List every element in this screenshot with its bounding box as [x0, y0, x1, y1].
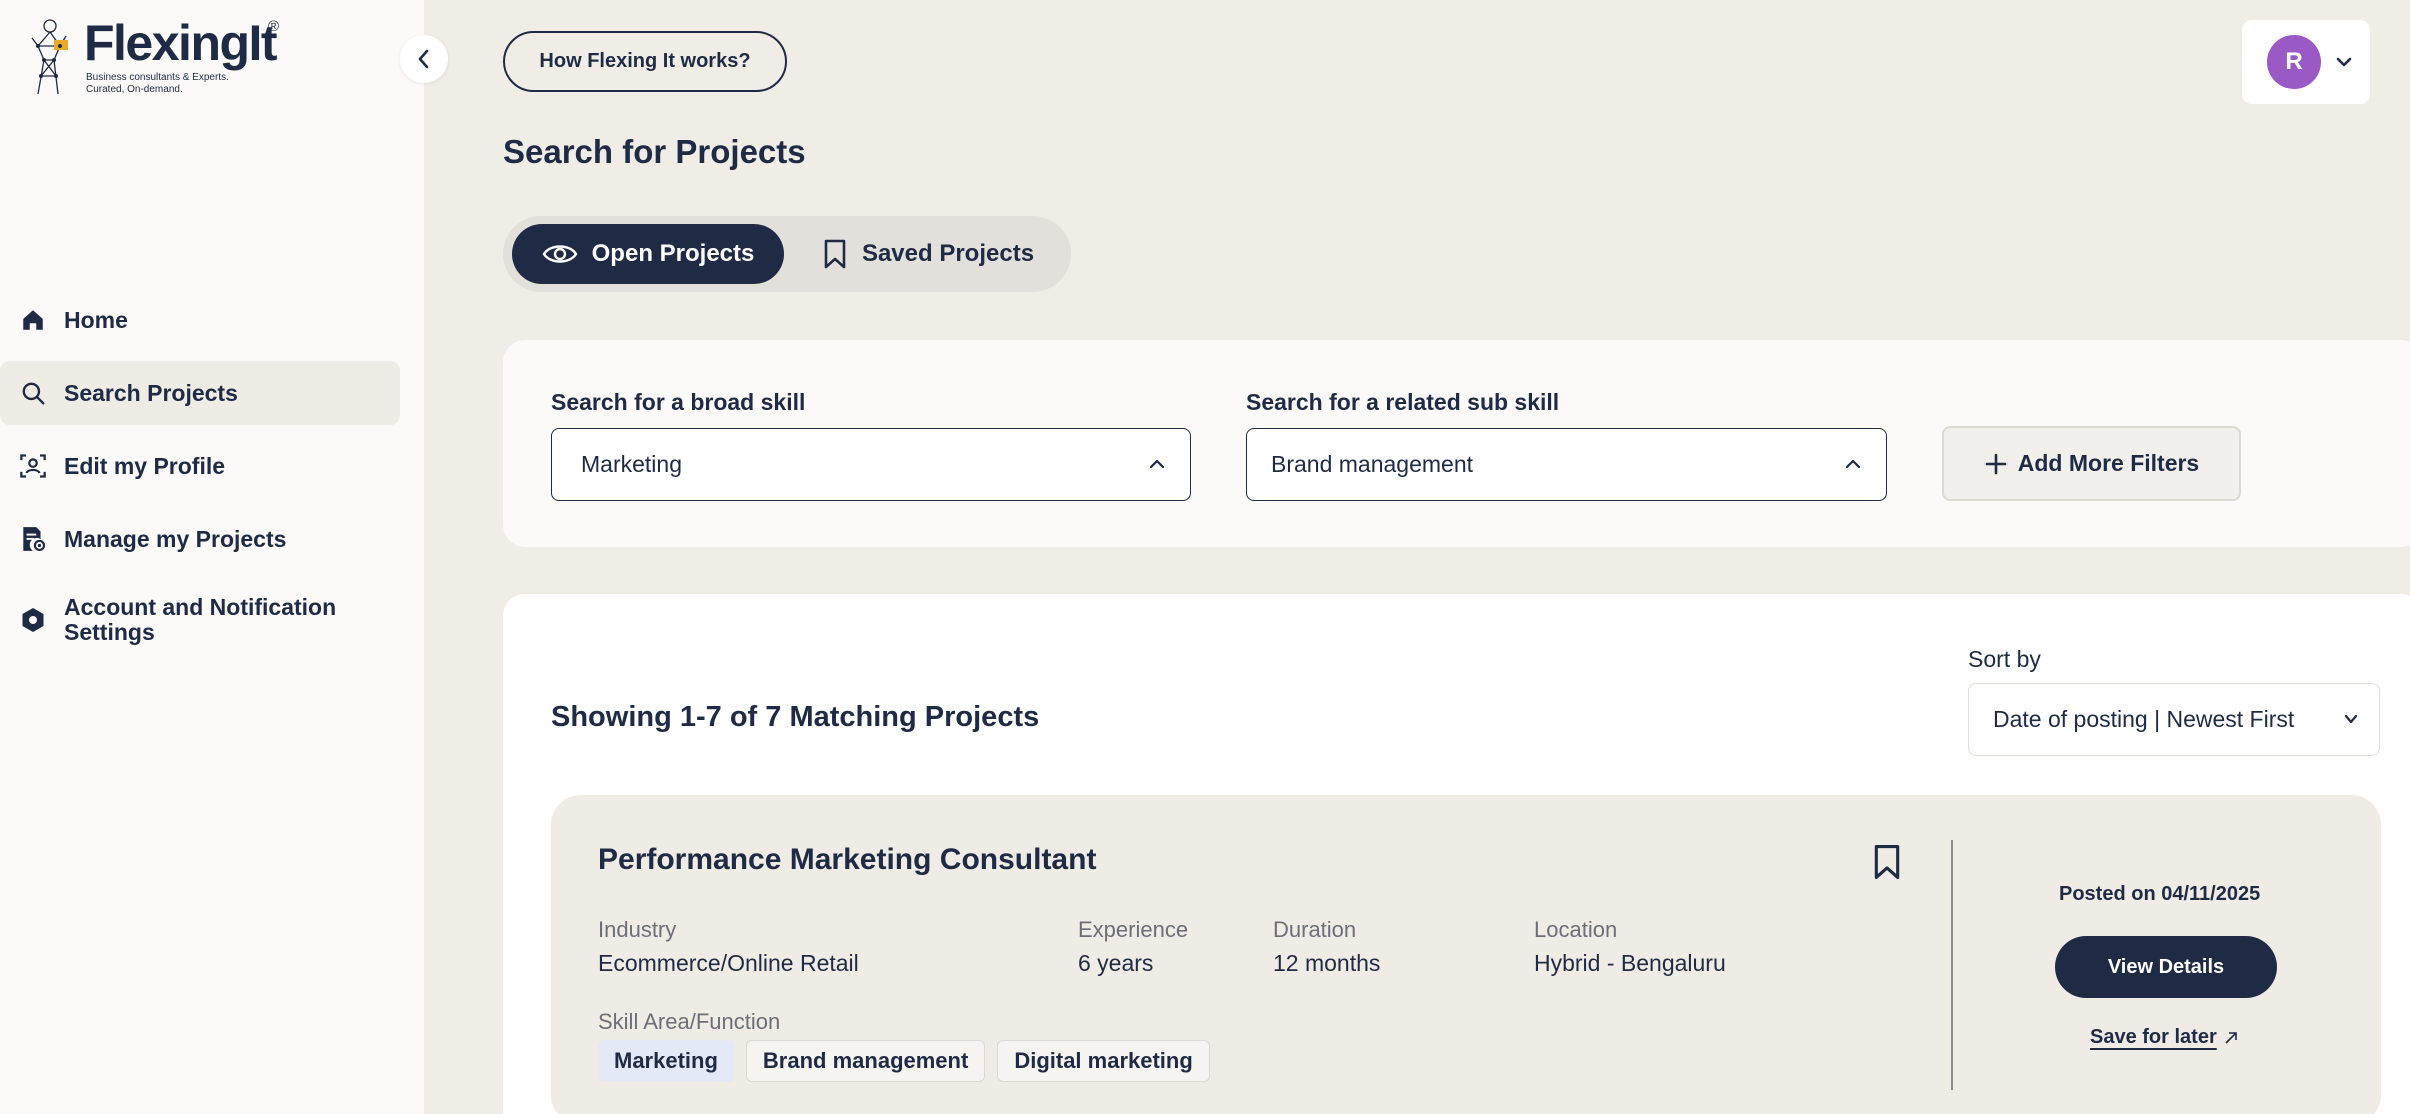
add-more-filters-label: Add More Filters [2017, 450, 2200, 476]
sidebar-nav: Home Search Projects Edit my Profile Man… [0, 288, 400, 669]
industry-label: Industry [598, 917, 677, 942]
skill-chip: Digital marketing [997, 1040, 1210, 1082]
sidebar-item-settings[interactable]: Account and Notification Settings [0, 580, 400, 660]
sidebar-item-manage-projects[interactable]: Manage my Projects [0, 507, 400, 571]
sort-value: Date of posting | Newest First [1993, 706, 2295, 732]
broad-skill-value: Marketing [581, 451, 682, 477]
flexingit-logo[interactable]: FlexingIt ® Business consultants & Exper… [24, 16, 294, 100]
sub-skill-value: Brand management [1271, 451, 1474, 477]
sub-skill-select[interactable]: Brand management [1246, 428, 1887, 501]
project-title[interactable]: Performance Marketing Consultant [598, 843, 1096, 877]
eye-icon [542, 245, 578, 263]
chevron-up-icon [1845, 459, 1861, 469]
location-label: Location [1534, 917, 1618, 942]
save-for-later-label: Save for later [2090, 1026, 2217, 1048]
skill-chips: Marketing Brand management Digital marke… [598, 1040, 1210, 1082]
broad-skill-select[interactable]: Marketing [551, 428, 1191, 501]
experience-value: 6 years [1078, 950, 1154, 976]
logo-tagline-line-2: Curated, On-demand. [86, 84, 183, 95]
logo-tagline: Business consultants & Experts. Curated,… [86, 72, 276, 96]
bookmark-icon [824, 239, 846, 269]
bookmark-icon[interactable] [1870, 843, 1904, 881]
search-icon [18, 378, 48, 408]
user-menu[interactable]: R [2242, 20, 2370, 104]
skill-chip: Marketing [598, 1040, 734, 1082]
logo-wordmark: FlexingIt [84, 15, 278, 71]
save-for-later-link[interactable]: Save for later [2090, 1026, 2239, 1049]
sidebar-item-home[interactable]: Home [0, 288, 400, 352]
settings-icon [18, 605, 48, 635]
filter-panel: Search for a broad skill Marketing Searc… [503, 340, 2410, 547]
duration-value: 12 months [1273, 950, 1381, 976]
sub-skill-label: Search for a related sub skill [1246, 389, 1560, 415]
location-value: Hybrid - Bengaluru [1534, 950, 1726, 976]
sort-label: Sort by [1968, 646, 2041, 672]
add-more-filters-button[interactable]: Add More Filters [1942, 426, 2241, 501]
skills-label: Skill Area/Function [598, 1009, 781, 1034]
project-card[interactable]: Performance Marketing Consultant Industr… [551, 795, 2381, 1114]
broad-skill-label: Search for a broad skill [551, 389, 806, 415]
sidebar: FlexingIt ® Business consultants & Exper… [0, 0, 424, 1114]
industry-value: Ecommerce/Online Retail [598, 950, 859, 976]
avatar: R [2267, 35, 2321, 89]
duration-label: Duration [1273, 917, 1357, 942]
sidebar-item-label: Edit my Profile [64, 452, 226, 479]
sidebar-item-label: Account and Notification Settings [64, 594, 337, 645]
arrow-up-right-icon [2225, 1031, 2237, 1044]
results-panel: Showing 1-7 of 7 Matching Projects Sort … [503, 594, 2410, 1114]
posted-date: Posted on 04/11/2025 [2059, 883, 2261, 905]
home-icon [18, 305, 48, 335]
tab-label: Open Projects [591, 240, 755, 267]
tab-open-projects[interactable]: Open Projects [512, 224, 784, 284]
tab-label: Saved Projects [861, 240, 1035, 267]
sidebar-item-edit-profile[interactable]: Edit my Profile [0, 434, 400, 498]
view-details-button[interactable]: View Details [2055, 936, 2277, 998]
sidebar-item-search-projects[interactable]: Search Projects [0, 361, 400, 425]
plus-icon [1985, 453, 2007, 474]
tab-saved-projects[interactable]: Saved Projects [793, 224, 1063, 284]
chevron-down-icon [2344, 714, 2358, 724]
logo-registered-mark: ® [268, 18, 280, 35]
chevron-down-icon [2336, 57, 2352, 67]
logo-figure-icon [31, 19, 68, 95]
chevron-left-icon [418, 49, 429, 69]
how-it-works-button[interactable]: How Flexing It works? [503, 31, 787, 92]
profile-icon [18, 451, 48, 481]
experience-label: Experience [1078, 917, 1189, 942]
chevron-up-icon [1149, 459, 1165, 469]
project-tabs: Open Projects Saved Projects [503, 216, 1071, 292]
card-divider [1951, 840, 1953, 1090]
page-title: Search for Projects [503, 133, 806, 170]
logo-tagline-line-1: Business consultants & Experts. [86, 72, 229, 83]
projects-icon [18, 524, 48, 554]
sidebar-item-label: Home [64, 306, 128, 333]
results-summary: Showing 1-7 of 7 Matching Projects [551, 701, 1040, 733]
collapse-sidebar-button[interactable] [400, 35, 448, 83]
sidebar-item-label: Manage my Projects [64, 525, 287, 552]
sort-select[interactable]: Date of posting | Newest First [1968, 683, 2380, 756]
skill-chip: Brand management [745, 1040, 986, 1082]
sidebar-item-label: Search Projects [64, 379, 238, 406]
